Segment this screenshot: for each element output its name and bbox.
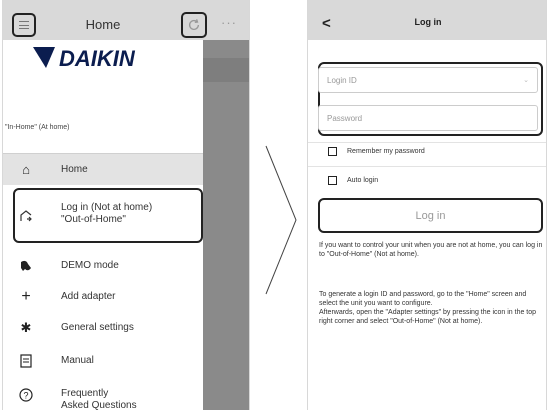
menu-item-login[interactable]: Log in (Not at home) "Out-of-Home" <box>3 196 203 236</box>
login-id-field[interactable]: Login ID ⌄ <box>318 67 538 93</box>
svg-text:?: ? <box>23 391 28 401</box>
login-top-bar: < Log in <box>308 0 546 40</box>
menu-item-faq-label-1: Frequently <box>61 388 109 399</box>
info-text-out-of-home: If you want to control your unit when yo… <box>319 242 543 258</box>
dropdown-chevron-icon[interactable]: ⌄ <box>523 76 529 84</box>
password-field[interactable]: Password <box>318 105 538 131</box>
remember-password-row[interactable]: Remember my password <box>328 147 425 156</box>
login-button[interactable]: Log in <box>318 198 543 233</box>
login-title: Log in <box>414 17 442 27</box>
remember-password-checkbox[interactable] <box>328 147 337 156</box>
menu-item-login-label-2: "Out-of-Home" <box>61 214 126 225</box>
demo-icon <box>18 258 34 274</box>
menu-item-faq-label-2: Asked Questions <box>61 400 137 410</box>
password-placeholder: Password <box>327 113 363 123</box>
divider <box>308 166 546 167</box>
menu-item-home-label: Home <box>61 163 88 175</box>
brand-name: DAIKIN <box>59 46 136 71</box>
info-text-generate-id-b: Afterwards, open the "Adapter settings" … <box>319 309 537 325</box>
login-screen: < Log in Login ID ⌄ Password Remember my… <box>307 0 547 410</box>
login-icon <box>18 208 34 224</box>
login-button-label: Log in <box>415 209 446 222</box>
house-icon: ⌂ <box>22 162 30 177</box>
menu-item-demo-label: DEMO mode <box>61 260 119 271</box>
auto-login-checkbox[interactable] <box>328 176 337 185</box>
location-label: "In-Home" (At home) <box>5 124 70 131</box>
gear-icon: ✱ <box>20 320 32 335</box>
question-icon: ? <box>18 387 34 403</box>
daikin-logo: DAIKIN <box>33 42 183 72</box>
menu-item-general-settings[interactable]: ✱ General settings <box>3 314 203 342</box>
dimmed-overlay[interactable] <box>203 40 249 410</box>
plus-icon: + <box>21 288 31 305</box>
menu-item-manual-label: Manual <box>61 355 94 366</box>
login-id-placeholder: Login ID <box>327 75 357 85</box>
home-top-bar: Home ··· <box>3 0 249 40</box>
menu-item-faq[interactable]: ? Frequently Asked Questions <box>3 380 203 410</box>
home-screen: Home ··· DAIKIN "In-Home" (At home) ⌂ Ho… <box>2 0 250 410</box>
manual-icon <box>18 353 34 369</box>
more-dots-icon[interactable]: ··· <box>221 15 237 30</box>
menu-item-login-label-1: Log in (Not at home) <box>61 202 153 213</box>
refresh-icon[interactable] <box>181 12 207 38</box>
home-title: Home <box>85 17 121 32</box>
menu-item-demo[interactable]: DEMO mode <box>3 252 203 280</box>
info-text-generate-id-a: To generate a login ID and password, go … <box>319 291 527 307</box>
menu-item-add-adapter-label: Add adapter <box>61 291 116 302</box>
menu-item-add-adapter[interactable]: + Add adapter <box>3 283 203 311</box>
info-text-generate-id: To generate a login ID and password, go … <box>319 290 544 326</box>
auto-login-label: Auto login <box>347 177 379 184</box>
transition-arrow-icon <box>265 145 297 295</box>
auto-login-row[interactable]: Auto login <box>328 176 378 185</box>
remember-password-label: Remember my password <box>347 148 425 155</box>
menu-item-manual[interactable]: Manual <box>3 347 203 375</box>
menu-item-general-settings-label: General settings <box>61 322 134 333</box>
divider <box>308 142 546 143</box>
menu-item-home[interactable]: ⌂ Home <box>3 153 203 185</box>
